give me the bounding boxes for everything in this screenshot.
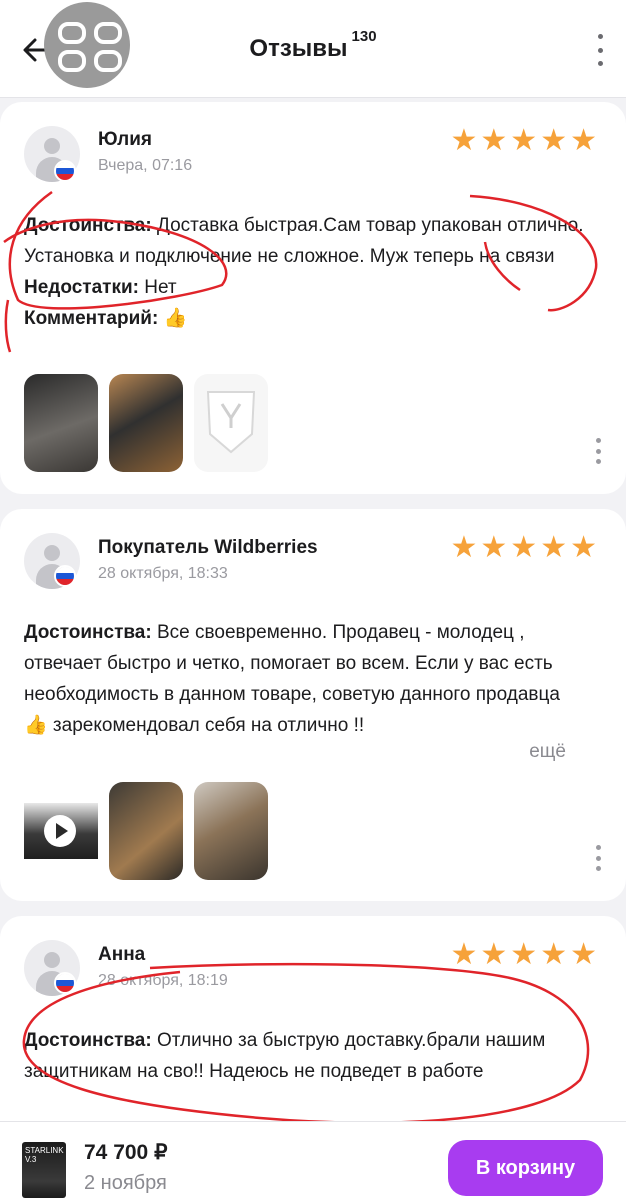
pros-label: Достоинства: <box>24 215 152 236</box>
review-author: Покупатель Wildberries <box>98 537 318 558</box>
page-title: Отзывы 130 <box>0 28 626 63</box>
pros-label: Достоинства: <box>24 1030 152 1051</box>
review-count: 130 <box>351 28 377 45</box>
play-icon[interactable] <box>44 815 76 847</box>
product-thumb-text: STARLINK V.3 <box>25 1146 64 1164</box>
bottom-bar: STARLINK V.3 74 700 ₽ 2 ноября В корзину <box>0 1121 626 1200</box>
russia-flag-icon <box>54 160 76 182</box>
top-bar: Отзывы 130 <box>0 0 626 98</box>
rating-stars: ★★★★★ <box>450 124 600 157</box>
review-date: 28 октября, 18:19 <box>98 972 228 989</box>
page-title-text: Отзывы <box>249 35 348 62</box>
review-text: Достоинства: Все своевременно. Продавец … <box>24 617 574 741</box>
review-photo[interactable] <box>194 374 268 472</box>
review-photo[interactable] <box>24 374 98 472</box>
cons-text: Нет <box>144 277 177 298</box>
review-photo[interactable] <box>194 782 268 880</box>
more-vertical-icon[interactable] <box>594 32 606 68</box>
cons-label: Недостатки: <box>24 277 139 298</box>
review-photo[interactable] <box>109 782 183 880</box>
review-author: Анна <box>98 944 146 965</box>
review-video[interactable] <box>24 803 98 859</box>
review-photo[interactable] <box>109 374 183 472</box>
add-to-cart-button[interactable]: В корзину <box>448 1140 603 1196</box>
rating-stars: ★★★★★ <box>450 938 600 971</box>
review-date: 28 октября, 18:33 <box>98 565 228 582</box>
pros-label: Достоинства: <box>24 622 152 643</box>
review-text: Достоинства: Отлично за быструю доставку… <box>24 1025 586 1087</box>
show-more-link[interactable]: ещё <box>529 741 566 763</box>
product-thumbnail[interactable]: STARLINK V.3 <box>22 1142 66 1198</box>
delivery-date: 2 ноября <box>84 1172 167 1194</box>
comment-label: Комментарий: <box>24 308 159 329</box>
review-card: Анна 28 октября, 18:19 ★★★★★ Достоинства… <box>0 916 626 1146</box>
review-menu-icon[interactable] <box>596 845 602 871</box>
review-author: Юлия <box>98 129 152 150</box>
russia-flag-icon <box>54 972 76 994</box>
product-price: 74 700 ₽ <box>84 1141 168 1164</box>
review-card: Юлия Вчера, 07:16 ★★★★★ Достоинства: Дос… <box>0 102 626 494</box>
review-date: Вчера, 07:16 <box>98 157 193 174</box>
comment-text: 👍 <box>163 308 188 329</box>
review-text: Достоинства: Доставка быстрая.Сам товар … <box>24 210 586 334</box>
rating-stars: ★★★★★ <box>450 531 600 564</box>
russia-flag-icon <box>54 565 76 587</box>
review-card: Покупатель Wildberries 28 октября, 18:33… <box>0 509 626 901</box>
review-menu-icon[interactable] <box>596 438 602 464</box>
